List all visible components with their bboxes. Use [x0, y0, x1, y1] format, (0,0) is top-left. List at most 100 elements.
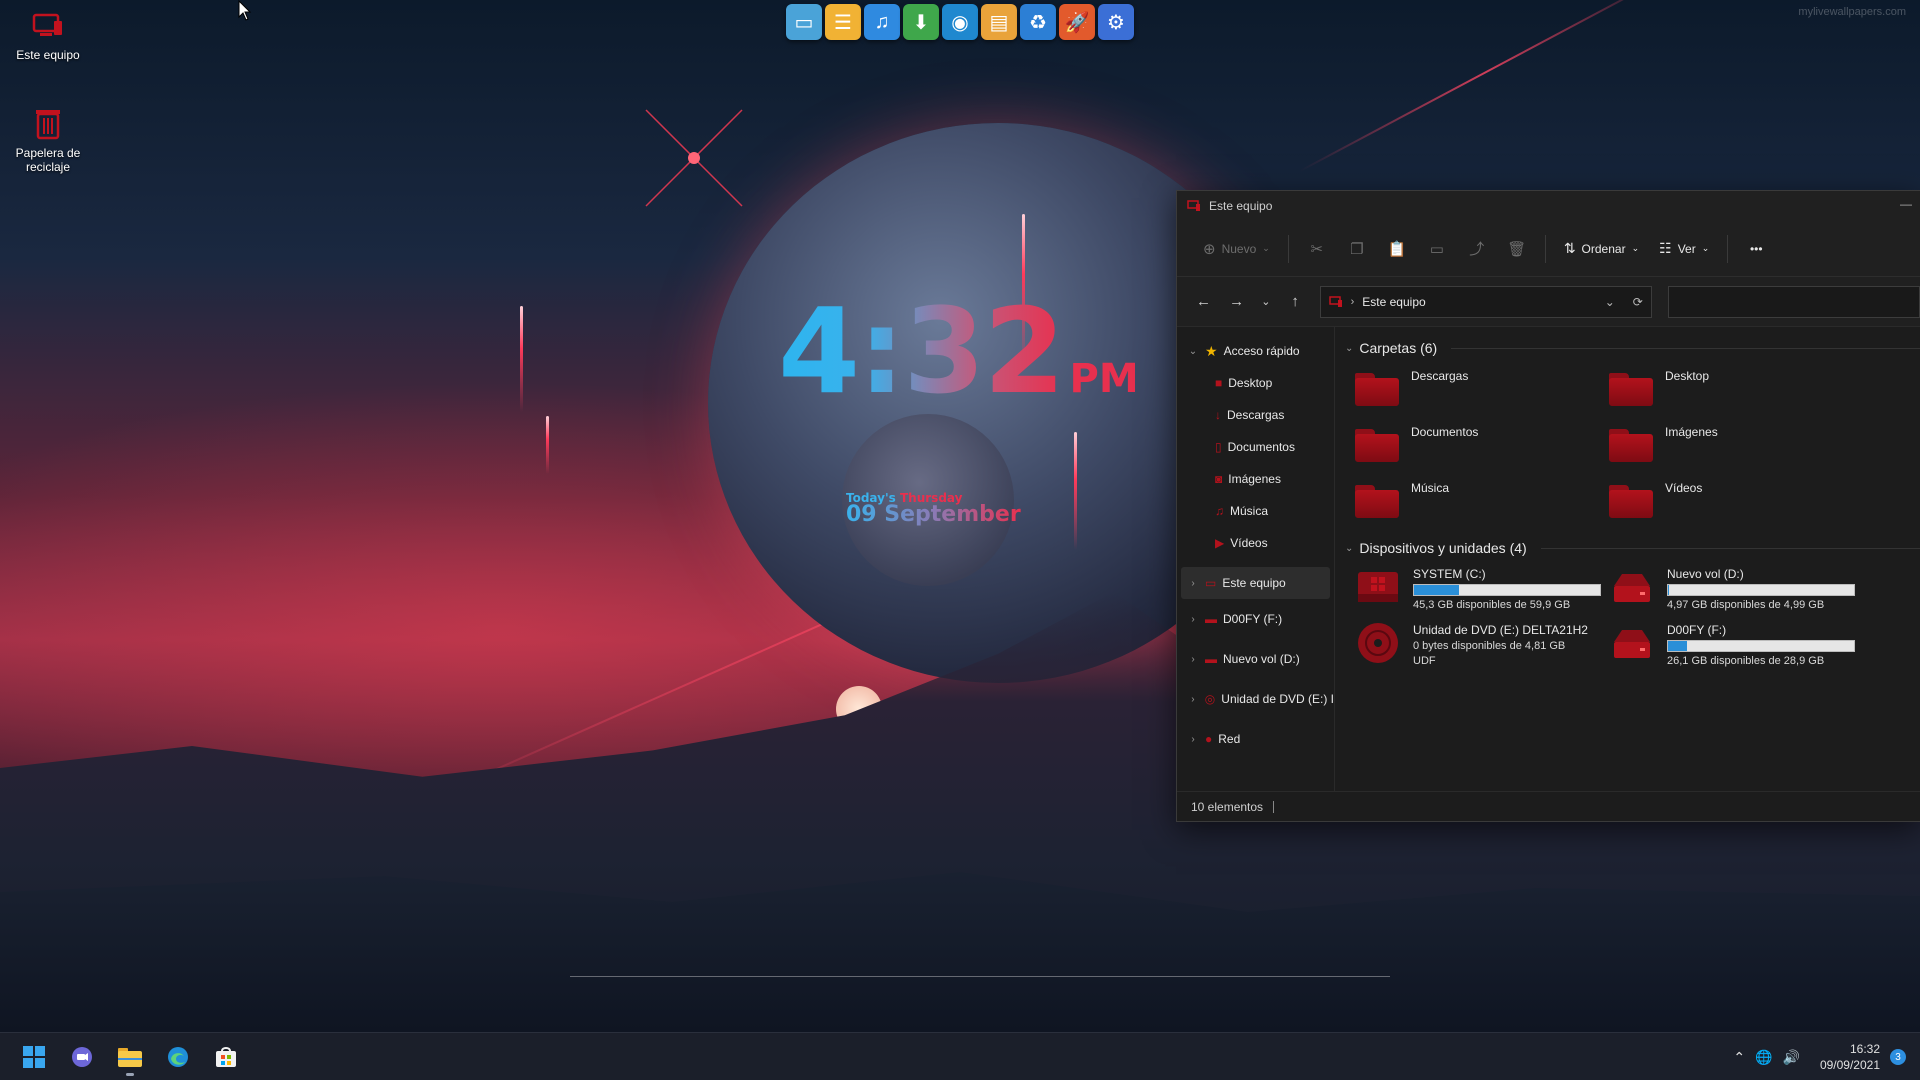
refresh-icon[interactable]: ⟳ [1633, 295, 1643, 309]
cut-button[interactable]: ✂ [1299, 233, 1335, 265]
folder-label: Imágenes [1665, 425, 1718, 439]
share-button[interactable]: ⤴ [1459, 233, 1495, 265]
arrow-left-icon: ← [1196, 293, 1212, 310]
nav-item-music[interactable]: ♫ Música [1177, 495, 1334, 527]
download-arrow-icon: ↓ [1215, 408, 1221, 422]
folder-label: Desktop [1665, 369, 1710, 383]
desktop-icon-this-pc[interactable]: Este equipo [8, 8, 88, 62]
breadcrumb[interactable]: Este equipo [1362, 295, 1425, 309]
wallpaper-meteor [546, 416, 549, 474]
rename-button[interactable]: ▭ [1419, 233, 1455, 265]
folder-icon [1355, 427, 1399, 462]
drive-usage-bar [1667, 640, 1855, 652]
browser-window-icon[interactable]: ▤ [981, 4, 1017, 40]
speaker-icon[interactable]: 🔊 [1783, 1049, 1800, 1066]
file-explorer-button[interactable] [110, 1037, 150, 1077]
paste-button[interactable]: 📋 [1379, 233, 1415, 265]
edge-button[interactable] [158, 1037, 198, 1077]
nav-item-downloads[interactable]: ↓ Descargas [1177, 399, 1334, 431]
status-divider [1273, 800, 1275, 813]
clock-time: 4:32 [778, 282, 1066, 420]
download-icon[interactable]: ⬇ [903, 4, 939, 40]
address-row: ← → ⌄ ↑ › Este equipo ⌄ ⟳ [1177, 277, 1920, 327]
drawer-icon[interactable]: ☰ [825, 4, 861, 40]
item-count: 10 elementos [1191, 799, 1264, 814]
taskbar: ⌃ 🌐 🔊 16:32 09/09/2021 3 [0, 1032, 1920, 1080]
store-button[interactable] [206, 1037, 246, 1077]
rocket-icon[interactable]: 🚀 [1059, 4, 1095, 40]
taskbar-date: 09/09/2021 [1819, 1058, 1880, 1072]
forward-button[interactable]: → [1222, 287, 1251, 317]
music-note-icon[interactable]: ♫ [864, 4, 900, 40]
nav-item-drive-d[interactable]: › ▬ Nuevo vol (D:) [1177, 639, 1334, 679]
nav-quick-access[interactable]: ⌄ ★ Acceso rápido [1177, 335, 1334, 367]
store-icon [216, 1046, 236, 1067]
folder-tile-documents[interactable]: Documentos [1355, 423, 1609, 469]
chevron-right-icon[interactable]: › [1187, 694, 1199, 705]
chevron-right-icon[interactable]: › [1187, 734, 1199, 745]
windows-drive-icon [1355, 567, 1401, 607]
desktop-icon-recycle-bin[interactable]: Papelera de reciclaje [8, 106, 88, 174]
chevron-right-icon[interactable]: › [1187, 614, 1199, 625]
wallpaper-meteor [1074, 432, 1077, 550]
start-button[interactable] [14, 1037, 54, 1077]
folder-tile-pictures[interactable]: Imágenes [1609, 423, 1863, 469]
drive-tile-e[interactable]: Unidad de DVD (E:) DELTA21H2 0 bytes dis… [1355, 623, 1609, 679]
chevron-right-icon[interactable]: › [1187, 654, 1199, 665]
drive-tile-f[interactable]: D00FY (F:) 26,1 GB disponibles de 28,9 G… [1609, 623, 1863, 675]
nav-item-pictures[interactable]: ◙ Imágenes [1177, 463, 1334, 495]
folder-label: Documentos [1411, 425, 1479, 439]
file-explorer-icon [118, 1047, 142, 1067]
nav-item-videos[interactable]: ▶ Vídeos [1177, 527, 1334, 559]
chevron-down-icon[interactable]: ⌄ [1605, 295, 1615, 309]
sort-button[interactable]: ⇅ Ordenar ⌄ [1556, 233, 1647, 265]
drive-usage-fill [1668, 585, 1669, 595]
drive-tile-c[interactable]: SYSTEM (C:) 45,3 GB disponibles de 59,9 … [1355, 567, 1609, 619]
taskbar-clock[interactable]: 16:32 09/09/2021 [1820, 1041, 1880, 1073]
new-button[interactable]: ⊕ Nuevo ⌄ [1195, 233, 1278, 265]
window-titlebar[interactable]: Este equipo — [1177, 191, 1920, 221]
taskbar-time: 16:32 [1849, 1042, 1880, 1056]
drive-name: Unidad de DVD (E:) DELTA21H2 [1413, 623, 1588, 637]
up-button[interactable]: ↑ [1281, 287, 1310, 317]
network-globe-icon[interactable]: 🌐 [1755, 1049, 1772, 1066]
system-tray: ⌃ 🌐 🔊 16:32 09/09/2021 3 [1733, 1033, 1906, 1080]
computer-icon [1187, 200, 1200, 211]
copy-button[interactable]: ❐ [1339, 233, 1375, 265]
view-button[interactable]: ☷ Ver ⌄ [1651, 233, 1717, 265]
folders-grid: Descargas Desktop Documentos Imágenes Mú… [1345, 361, 1920, 535]
nav-item-desktop[interactable]: ■ Desktop [1177, 367, 1334, 399]
drive-detail: 26,1 GB disponibles de 28,9 GB [1667, 655, 1825, 667]
delete-button[interactable]: 🗑 [1499, 233, 1535, 265]
gear-icon[interactable]: ⚙ [1098, 4, 1134, 40]
nav-item-network[interactable]: › ● Red [1177, 719, 1334, 759]
folder-tile-desktop[interactable]: Desktop [1609, 367, 1863, 413]
folder-tile-music[interactable]: Música [1355, 479, 1609, 525]
desktop-monitor-icon[interactable]: ▭ [786, 4, 822, 40]
nav-item-drive-f[interactable]: › ▬ D00FY (F:) [1177, 599, 1334, 639]
arrow-right-icon: → [1229, 293, 1245, 310]
back-button[interactable]: ← [1189, 287, 1218, 317]
wallpaper-ring-line [1299, 0, 1672, 172]
notification-badge[interactable]: 3 [1890, 1049, 1906, 1065]
recycle-icon[interactable]: ♻ [1020, 4, 1056, 40]
devices-section-header[interactable]: ⌄ Dispositivos y unidades (4) [1345, 535, 1920, 561]
folder-tile-videos[interactable]: Vídeos [1609, 479, 1863, 525]
nav-item-drive-e[interactable]: › ◎ Unidad de DVD (E:) I [1177, 679, 1334, 719]
recent-locations-button[interactable]: ⌄ [1255, 287, 1276, 317]
folders-section-header[interactable]: ⌄ Carpetas (6) [1345, 335, 1920, 361]
folder-icon: ■ [1215, 376, 1223, 390]
search-input[interactable] [1667, 285, 1920, 318]
folder-tile-downloads[interactable]: Descargas [1355, 367, 1609, 413]
chat-button[interactable] [62, 1037, 102, 1077]
nav-item-documents[interactable]: ▯ Documentos [1177, 431, 1334, 463]
minimize-button[interactable]: — [1900, 197, 1912, 211]
nav-item-this-pc[interactable]: › ▭ Este equipo [1181, 567, 1330, 599]
more-options-button[interactable]: ••• [1738, 233, 1774, 265]
address-bar[interactable]: › Este equipo ⌄ ⟳ [1319, 285, 1652, 318]
chevron-right-icon[interactable]: › [1187, 578, 1199, 589]
drive-tile-d[interactable]: Nuevo vol (D:) 4,97 GB disponibles de 4,… [1609, 567, 1863, 619]
chevron-up-icon[interactable]: ⌃ [1733, 1049, 1745, 1066]
camera-lens-icon[interactable]: ◉ [942, 4, 978, 40]
chevron-down-icon[interactable]: ⌄ [1187, 346, 1199, 357]
